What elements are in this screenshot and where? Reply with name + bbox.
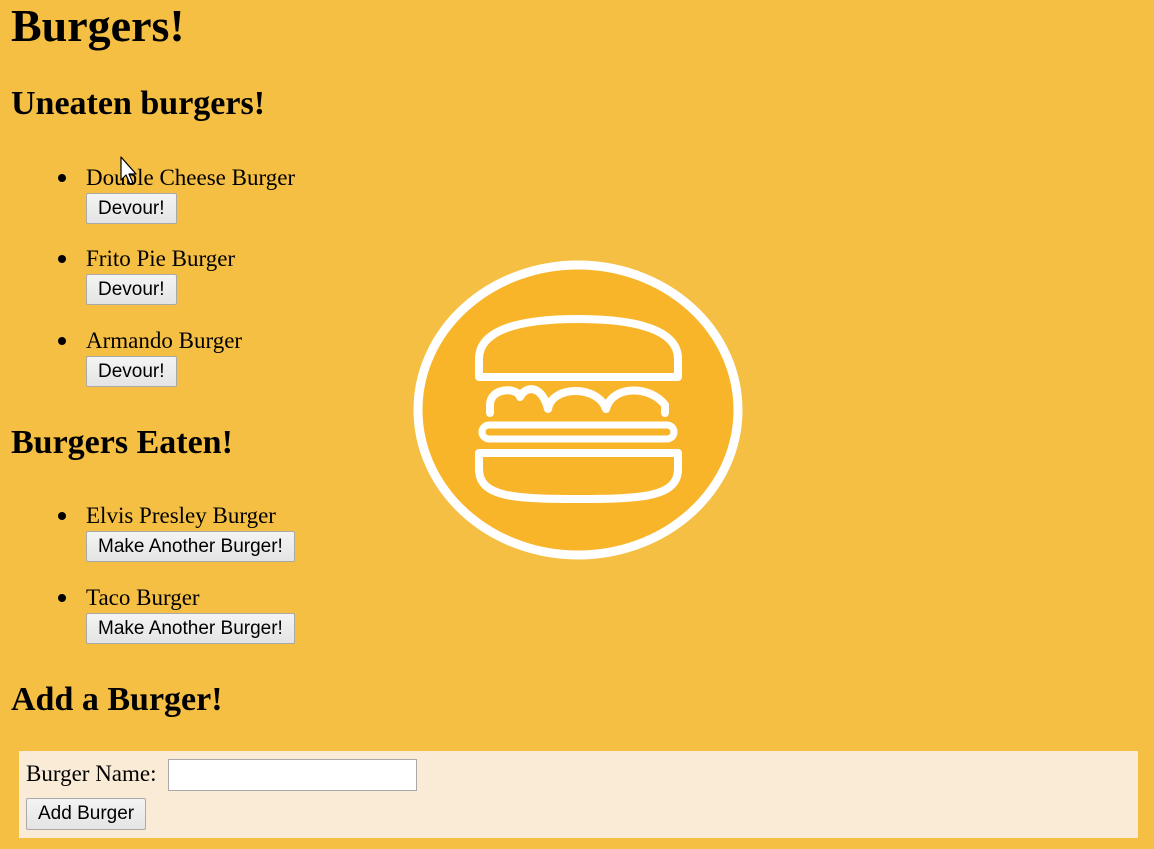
uneaten-heading: Uneaten burgers! — [11, 85, 266, 122]
bullet-icon — [58, 255, 66, 263]
devour-button[interactable]: Devour! — [86, 356, 177, 387]
devour-button[interactable]: Devour! — [86, 274, 177, 305]
add-burger-button[interactable]: Add Burger — [26, 798, 147, 830]
bullet-icon — [58, 174, 66, 182]
add-burger-form: Burger Name: Add Burger — [19, 751, 1138, 838]
page-title: Burgers! — [11, 0, 185, 51]
make-another-button[interactable]: Make Another Burger! — [86, 613, 295, 644]
bullet-icon — [58, 337, 66, 345]
burger-logo-icon — [413, 260, 743, 560]
bullet-icon — [58, 512, 66, 520]
burger-name: Elvis Presley Burger — [86, 503, 276, 528]
add-heading: Add a Burger! — [11, 681, 223, 718]
burger-name: Armando Burger — [86, 328, 243, 353]
burger-name: Double Cheese Burger — [86, 165, 296, 190]
burger-name-label: Burger Name: — [26, 761, 157, 786]
bullet-icon — [58, 594, 66, 602]
burger-name-input[interactable] — [168, 759, 417, 791]
page: Burgers! Uneaten burgers! Double Cheese … — [0, 0, 1154, 849]
burger-name: Taco Burger — [86, 585, 200, 610]
make-another-button[interactable]: Make Another Burger! — [86, 531, 295, 562]
burger-name: Frito Pie Burger — [86, 246, 236, 271]
devour-button[interactable]: Devour! — [86, 193, 177, 224]
eaten-heading: Burgers Eaten! — [11, 424, 233, 461]
